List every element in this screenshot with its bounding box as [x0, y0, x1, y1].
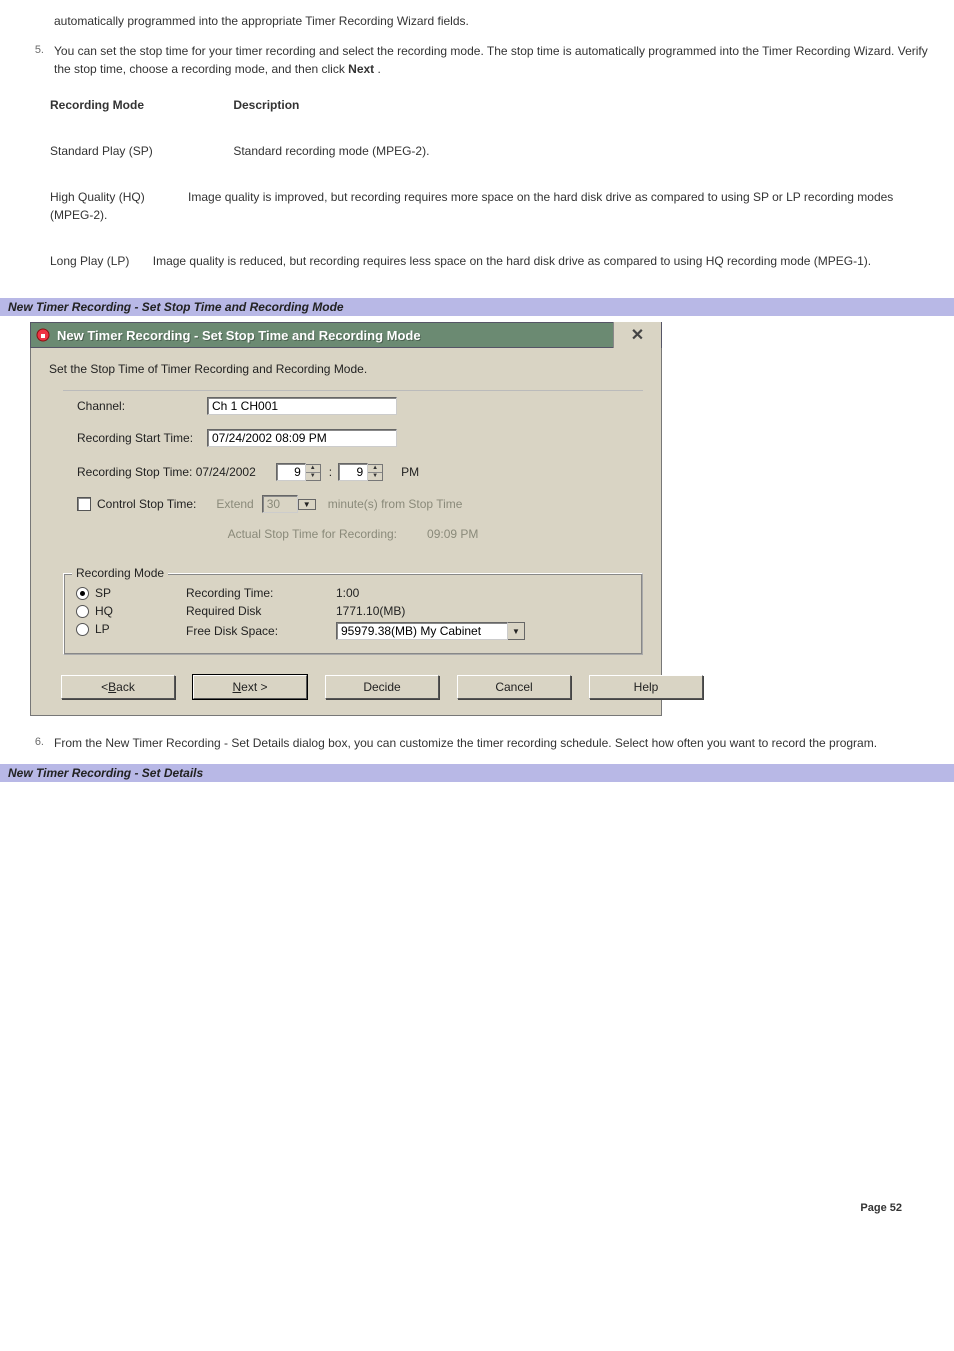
lt: < — [101, 680, 108, 694]
dialog-intro: Set the Stop Time of Timer Recording and… — [49, 362, 367, 376]
actual-stop-label: Actual Stop Time for Recording: — [228, 527, 397, 541]
spin-up-icon[interactable]: ▲ — [368, 465, 382, 473]
step-5-text-before: You can set the stop time for your timer… — [54, 44, 928, 76]
req-disk-label: Required Disk — [186, 604, 336, 618]
caption-set-details: New Timer Recording - Set Details — [0, 764, 954, 782]
mode-header-name: Recording Mode — [50, 96, 230, 114]
cancel-button[interactable]: Cancel — [457, 675, 571, 699]
extend-suffix: minute(s) from Stop Time — [328, 497, 463, 511]
radio-dot-icon — [76, 587, 89, 600]
start-time-label: Recording Start Time: — [77, 431, 207, 445]
dialog-set-stop-time: New Timer Recording - Set Stop Time and … — [30, 322, 662, 716]
mode-hq-desc: Image quality is improved, but recording… — [50, 190, 893, 222]
radio-lp[interactable]: LP — [76, 622, 186, 636]
step-5-next-bold: Next — [348, 62, 374, 76]
next-rest: ext > — [241, 680, 267, 694]
radio-hq[interactable]: HQ — [76, 604, 186, 618]
stop-hour-spinner[interactable]: 9 ▲▼ — [276, 463, 321, 481]
mode-hq-name: High Quality (HQ) — [50, 190, 145, 204]
close-icon: ✕ — [631, 325, 644, 345]
radio-lp-label: LP — [95, 622, 110, 636]
step-5-number: 5. — [24, 42, 54, 78]
req-disk-value: 1771.10(MB) — [336, 604, 405, 618]
radio-dot-icon — [76, 605, 89, 618]
recording-mode-group-title: Recording Mode — [72, 566, 168, 580]
back-rest: ack — [116, 680, 135, 694]
spin-down-icon[interactable]: ▼ — [306, 473, 320, 480]
decide-button[interactable]: Decide — [325, 675, 439, 699]
step-5: 5. You can set the stop time for your ti… — [24, 42, 930, 78]
dialog-title-text: New Timer Recording - Set Stop Time and … — [57, 328, 613, 343]
step-6: 6. From the New Timer Recording - Set De… — [24, 734, 930, 752]
spin-up-icon[interactable]: ▲ — [306, 465, 320, 473]
rec-time-label: Recording Time: — [186, 586, 336, 600]
step-5-text-after: . — [374, 62, 381, 76]
rec-time-value: 1:00 — [336, 586, 359, 600]
mode-sp-name: Standard Play (SP) — [50, 142, 230, 160]
actual-stop-value: 09:09 PM — [427, 527, 478, 541]
radio-hq-label: HQ — [95, 604, 113, 618]
free-disk-label: Free Disk Space: — [186, 624, 336, 638]
spin-down-icon[interactable]: ▼ — [368, 473, 382, 480]
caption-set-stop-time: New Timer Recording - Set Stop Time and … — [0, 298, 954, 316]
mode-lp-desc: Image quality is reduced, but recording … — [153, 254, 871, 268]
back-underline: B — [108, 680, 116, 694]
stop-ampm: PM — [401, 465, 419, 479]
help-button[interactable]: Help — [589, 675, 703, 699]
dialog-titlebar[interactable]: New Timer Recording - Set Stop Time and … — [30, 322, 662, 348]
stop-minute-value[interactable]: 9 — [338, 463, 368, 481]
radio-dot-icon — [76, 623, 89, 636]
step-6-number: 6. — [24, 734, 54, 752]
recording-mode-group: Recording Mode SP HQ LP — [63, 573, 643, 655]
channel-label: Channel: — [77, 399, 207, 413]
recording-mode-table: Recording Mode Description Standard Play… — [50, 96, 930, 270]
radio-sp[interactable]: SP — [76, 586, 186, 600]
next-button[interactable]: Next > — [193, 675, 307, 699]
step-5-body: You can set the stop time for your timer… — [54, 42, 930, 78]
free-disk-value[interactable]: 95979.38(MB) My Cabinet — [336, 622, 508, 640]
stop-time-label: Recording Stop Time: 07/24/2002 — [77, 465, 256, 479]
extend-dropdown-arrow: ▼ — [298, 499, 316, 510]
close-button[interactable]: ✕ — [613, 322, 661, 348]
channel-field[interactable]: Ch 1 CH001 — [207, 397, 397, 415]
extend-value: 30 — [262, 495, 298, 513]
app-icon — [35, 327, 51, 343]
mode-sp-desc: Standard recording mode (MPEG-2). — [233, 144, 429, 158]
extend-label: Extend — [216, 497, 253, 511]
step-6-body: From the New Timer Recording - Set Detai… — [54, 734, 930, 752]
back-button[interactable]: < Back — [61, 675, 175, 699]
intro-continuation: automatically programmed into the approp… — [54, 12, 930, 30]
control-stop-checkbox[interactable] — [77, 497, 91, 511]
stop-hour-value[interactable]: 9 — [276, 463, 306, 481]
start-time-field: 07/24/2002 08:09 PM — [207, 429, 397, 447]
mode-header-desc: Description — [233, 98, 299, 112]
control-stop-label: Control Stop Time: — [97, 497, 196, 511]
time-colon: : — [329, 465, 332, 479]
stop-minute-spinner[interactable]: 9 ▲▼ — [338, 463, 383, 481]
page-footer: Page 52 — [24, 1202, 930, 1214]
dropdown-arrow-icon[interactable]: ▼ — [508, 622, 525, 640]
mode-lp-name: Long Play (LP) — [50, 254, 129, 268]
free-disk-combo[interactable]: 95979.38(MB) My Cabinet ▼ — [336, 622, 525, 640]
next-underline: N — [232, 680, 241, 694]
radio-sp-label: SP — [95, 586, 111, 600]
